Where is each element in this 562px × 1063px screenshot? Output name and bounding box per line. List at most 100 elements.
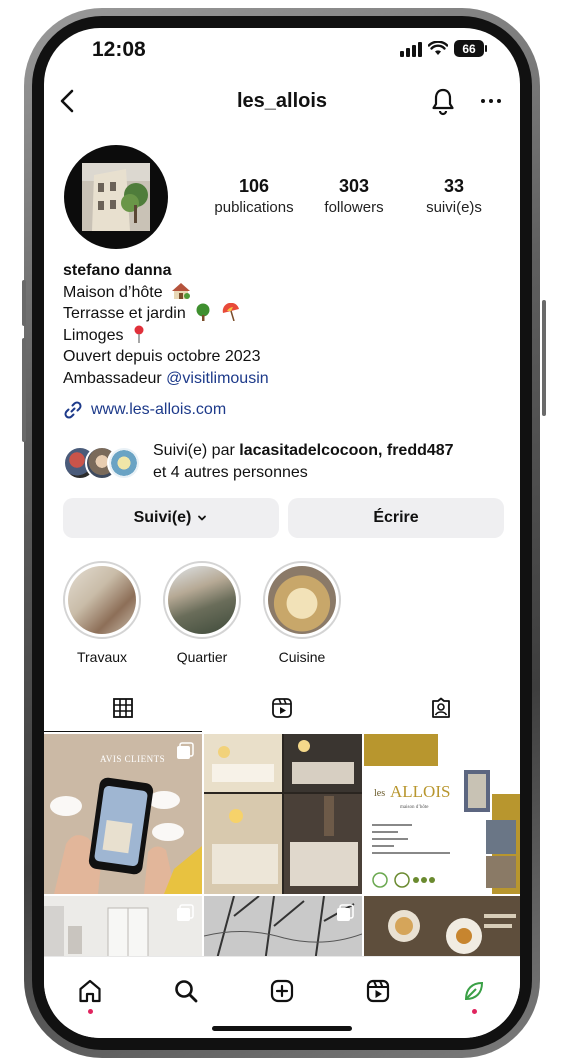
reels-icon [272,698,292,718]
followed-by-names: lacasitadelcocoon, fredd487 [239,442,454,459]
battery-icon: 66 [454,40,487,57]
post-bedrooms-image [204,734,362,894]
bio-line: Limoges [63,325,503,347]
highlight-ring [63,561,141,639]
highlight-cover [268,566,336,634]
bio-line: Terrasse et jardin [63,303,503,325]
following-button-label: Suivi(e) [133,509,192,526]
mutual-avatars [63,446,141,480]
website-url: www.les-allois.com [91,401,227,418]
nav-reels[interactable] [360,973,396,1009]
chevron-down-icon [198,515,207,521]
active-tab-indicator [44,730,202,732]
post-tile[interactable] [204,734,362,894]
house-emoji-icon [172,282,191,299]
post-grid: AVIS CLIENTS les ALLOIS maison d’hôte [44,734,520,970]
profile-content-tabs [44,684,520,732]
bio-line: Maison d’hôte [63,282,503,304]
tab-reels[interactable] [203,684,361,732]
multiple-photos-icon [337,904,354,921]
profile-bio: stefano danna Maison d’hôte Terrasse et … [63,260,503,389]
profile-name: stefano danna [63,262,172,279]
stat-posts-label: publications [214,199,294,216]
stat-posts-count: 106 [238,176,270,196]
bio-line-text: Limoges [63,326,124,344]
stat-followers-count: 303 [338,176,370,196]
nav-search[interactable] [168,973,204,1009]
followed-by-text: Suivi(e) par lacasitadelcocoon, fredd487… [153,440,503,484]
followed-by-suffix: et 4 autres personnes [153,464,308,481]
side-button-silent [22,280,26,326]
home-notification-dot [88,1009,93,1014]
stat-followers[interactable]: 303 followers [304,176,404,216]
parasol-emoji-icon [222,303,239,321]
status-indicators: 66 [400,40,487,57]
profile-notification-dot [472,1009,477,1014]
status-bar: 12:08 66 [44,28,520,76]
nav-home[interactable] [72,973,108,1009]
home-indicator [212,1026,352,1031]
side-button-volume-down [22,372,26,442]
search-icon [175,980,198,1003]
create-icon [270,979,294,1003]
more-horizontal-icon[interactable] [476,86,506,116]
nav-profile[interactable] [456,973,492,1009]
highlight-label: Travaux [76,649,128,665]
tree-emoji-icon [196,303,210,321]
highlight-cover [168,566,236,634]
highlight-cuisine[interactable]: Cuisine [263,561,341,665]
highlight-quartier[interactable]: Quartier [163,561,241,665]
stat-following-count: 33 [443,176,465,196]
profile-header: les_allois [44,84,520,120]
nav-create[interactable] [264,973,300,1009]
side-button-power [542,300,546,416]
bio-line-text: Terrasse et jardin [63,305,186,322]
battery-level: 66 [462,41,476,56]
post-logo-allois: ALLOIS [390,782,450,801]
app-screen: 12:08 66 les_allois 106 publications 303… [44,28,520,1038]
post-logo-les: les [374,788,385,799]
wifi-icon [428,40,448,55]
grid-icon [113,698,133,718]
link-icon [64,401,82,419]
following-button[interactable]: Suivi(e) [63,498,279,538]
highlight-ring [163,561,241,639]
reels-icon [366,979,390,1003]
post-tile[interactable]: les ALLOIS maison d’hôte [364,734,520,894]
post-brochure-image: les ALLOIS maison d’hôte [364,734,520,894]
message-button-label: Écrire [373,509,419,526]
signal-icon [400,41,422,57]
stat-posts[interactable]: 106 publications [204,176,304,216]
bell-icon[interactable] [429,86,457,116]
bio-line-text: Maison d’hôte [63,283,163,301]
bio-mention-link[interactable]: @visitlimousin [166,370,268,387]
post-title-text: AVIS CLIENTS [100,754,165,764]
stat-followers-label: followers [324,199,384,216]
tab-posts-grid[interactable] [44,684,202,732]
multiple-photos-icon [177,904,194,921]
highlight-label: Quartier [176,649,228,665]
stat-following-label: suivi(e)s [426,199,482,216]
followed-by-row[interactable]: Suivi(e) par lacasitadelcocoon, fredd487… [63,440,503,484]
tagged-icon [432,697,450,718]
highlight-label: Cuisine [278,649,326,665]
highlight-cover [68,566,136,634]
tab-tagged[interactable] [362,684,520,732]
mutual-avatar [107,446,141,480]
post-tile[interactable]: AVIS CLIENTS [44,734,202,894]
profile-website-link[interactable]: www.les-allois.com [63,400,226,420]
profile-leaf-icon [464,981,484,1001]
bio-line: Ambassadeur @visitlimousin [63,368,503,390]
message-button[interactable]: Écrire [288,498,504,538]
bio-line-text: Ambassadeur [63,369,167,387]
followed-by-prefix: Suivi(e) par [153,442,240,459]
profile-stats: 106 publications 303 followers 33 suivi(… [204,176,504,216]
bio-line: Ouvert depuis octobre 2023 [63,348,261,365]
highlight-travaux[interactable]: Travaux [63,561,141,665]
post-logo-subtitle: maison d’hôte [400,805,429,810]
home-icon [79,979,101,1003]
profile-avatar[interactable] [64,145,168,249]
multiple-photos-icon [177,742,194,759]
stat-following[interactable]: 33 suivi(e)s [404,176,504,216]
status-time: 12:08 [92,38,146,61]
